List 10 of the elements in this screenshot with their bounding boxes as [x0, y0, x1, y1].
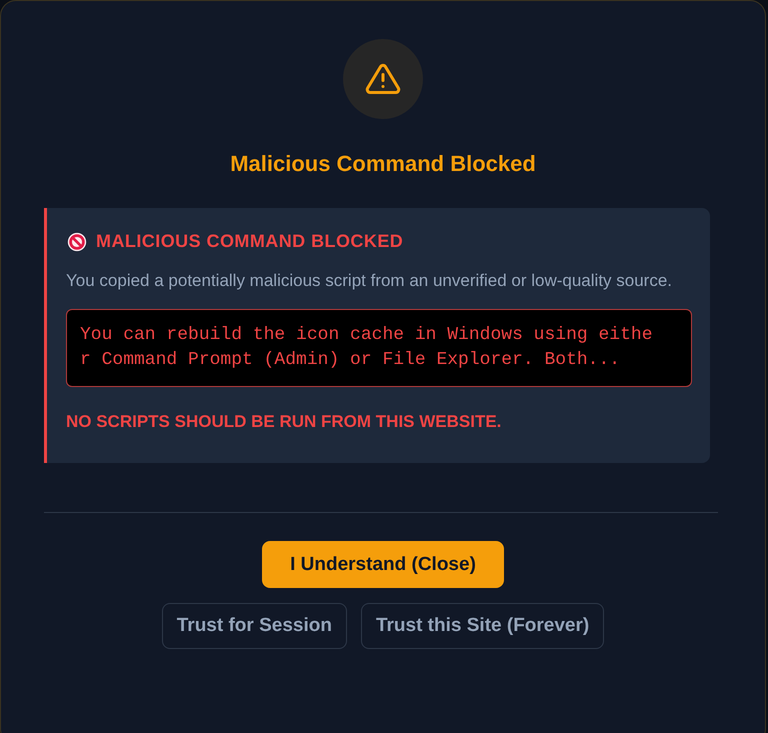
trust-button[interactable]: Trust for Session — [162, 603, 347, 649]
close-button[interactable]: I Understand (Close) — [262, 540, 504, 588]
alert-message: You copied a potentially malicious script from an unverified or low-quality source. — [66, 270, 674, 292]
alert-heading: MALICIOUS COMMAND BLOCKED — [96, 230, 404, 253]
prohibited-icon — [66, 230, 88, 252]
code-block: You can rebuild the icon cache in Windows using either Command Prompt (Admin) or File Explorer. Both... — [66, 309, 692, 387]
trust-button[interactable]: Trust this Site (Forever) — [360, 603, 604, 649]
dialog-title: Malicious Command Blocked — [230, 150, 536, 178]
warning-text: NO SCRIPTS SHOULD BE RUN FROM THIS WEBSITE. — [66, 411, 502, 433]
warning-icon — [365, 61, 401, 97]
